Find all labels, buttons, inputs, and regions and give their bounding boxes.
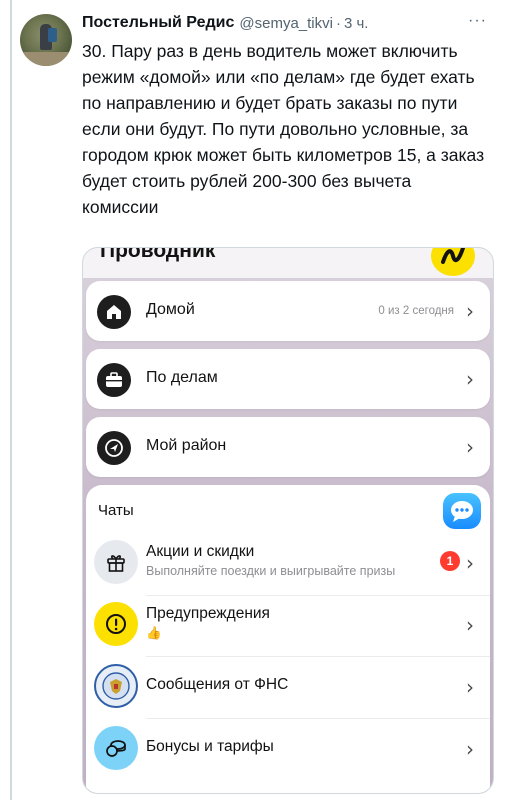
chat-bubble-icon[interactable]	[443, 493, 481, 529]
chevron-right-icon: ›	[466, 737, 474, 761]
chat-preview: Выполняйте поездки и выигрывайте призы	[146, 564, 396, 578]
attached-screenshot[interactable]: Проводник Домой 0 из 2 сегодня › По дела…	[82, 247, 494, 794]
chat-item-bonuses[interactable]: Бонусы и тарифы ›	[86, 717, 490, 779]
chat-item-promotions[interactable]: Акции и скидки Выполняйте поездки и выиг…	[86, 531, 490, 593]
chevron-right-icon: ›	[466, 435, 474, 459]
chats-panel: Чаты Акции и скидки Выполняйте поездки и…	[86, 485, 490, 793]
chat-label: Сообщения от ФНС	[146, 676, 289, 693]
briefcase-icon	[97, 363, 131, 397]
warning-icon	[94, 602, 138, 646]
tweet-time[interactable]: 3 ч.	[344, 15, 369, 32]
chevron-right-icon: ›	[466, 367, 474, 391]
mode-label: Мой район	[146, 437, 227, 454]
app-top-bar: Проводник	[83, 248, 493, 278]
unread-badge: 1	[440, 551, 460, 571]
tweet-text: 30. Пару раз в день водитель может включ…	[82, 41, 485, 217]
author-handle[interactable]: @semya_tikvi	[239, 15, 333, 32]
fns-emblem-icon	[94, 664, 138, 708]
chevron-right-icon: ›	[466, 613, 474, 637]
chat-label: Бонусы и тарифы	[146, 738, 274, 755]
mode-usage: 0 из 2 сегодня	[378, 305, 454, 317]
chat-label: Предупреждения	[146, 605, 270, 622]
chevron-right-icon: ›	[466, 675, 474, 699]
chats-title: Чаты	[98, 502, 134, 519]
navigation-arrow-icon	[97, 431, 131, 465]
mode-my-district[interactable]: Мой район ›	[86, 417, 490, 477]
mode-home[interactable]: Домой 0 из 2 сегодня ›	[86, 281, 490, 341]
tweet-header: Постельный Редис @semya_tikvi · 3 ч.	[82, 12, 368, 34]
coins-icon	[94, 726, 138, 770]
author-name[interactable]: Постельный Редис	[82, 14, 234, 32]
chevron-right-icon: ›	[466, 299, 474, 323]
separator-dot: ·	[335, 14, 341, 32]
chat-preview: 👍	[146, 626, 162, 640]
thread-line	[10, 0, 12, 800]
mode-errands[interactable]: По делам ›	[86, 349, 490, 409]
gift-icon	[94, 540, 138, 584]
mode-label: По делам	[146, 369, 218, 386]
avatar[interactable]	[20, 14, 72, 66]
chat-item-warnings[interactable]: Предупреждения 👍 ›	[86, 593, 490, 655]
chat-label: Акции и скидки	[146, 543, 255, 560]
chat-item-fns[interactable]: Сообщения от ФНС ›	[86, 655, 490, 717]
section-title: Проводник	[100, 247, 216, 262]
chevron-right-icon: ›	[466, 551, 474, 575]
mode-label: Домой	[146, 301, 195, 318]
house-icon	[97, 295, 131, 329]
more-options-icon[interactable]: ···	[468, 12, 487, 30]
yandex-pro-logo-icon	[431, 248, 475, 276]
